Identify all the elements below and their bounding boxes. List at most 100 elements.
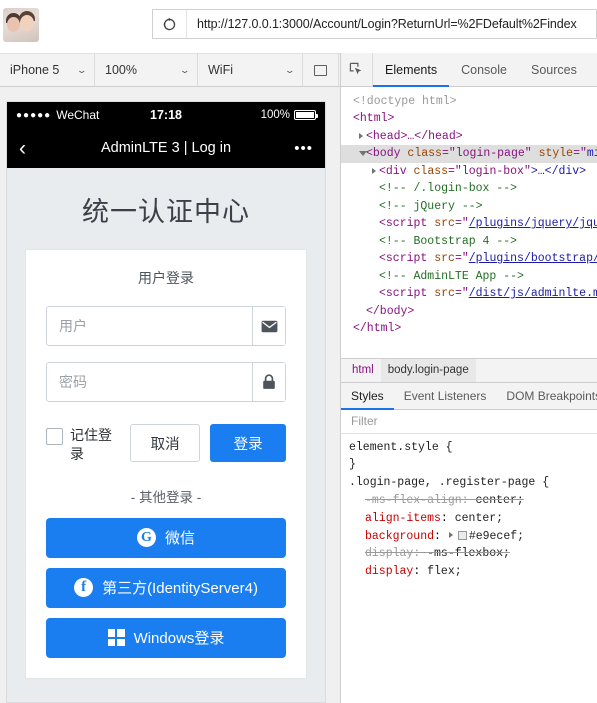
dom-node-line[interactable]: <script src="/plugins/bootstrap/j (341, 250, 597, 267)
facebook-icon: f (74, 578, 94, 598)
rotate-glyph (314, 64, 327, 76)
chevron-down-icon: ⌄ (179, 64, 191, 75)
dom-node-line[interactable]: <!-- Bootstrap 4 --> (341, 233, 597, 250)
dom-node-line[interactable]: <html> (341, 110, 597, 127)
css-line[interactable]: .login-page, .register-page { (341, 474, 597, 492)
username-input[interactable] (47, 307, 252, 345)
reload-icon[interactable] (153, 10, 187, 38)
disclosure-triangle-icon[interactable] (372, 167, 376, 174)
signal-strength-icon: ●●●●● (16, 109, 52, 121)
device-emulation-toolbar: iPhone 5 ⌄ 100% ⌄ WiFi ⌄ (0, 53, 340, 87)
login-card: 用户登录 用户 记住登录 取消 登录 - 其他登录 - G 微信 f 第三方(I… (25, 249, 307, 679)
wechat-login-label: 微信 (164, 530, 195, 548)
address-bar[interactable]: http://127.0.0.1:3000/Account/Login?Retu… (152, 9, 597, 39)
dom-node-line[interactable]: <!-- /.login-box --> (341, 180, 597, 197)
dom-node-line[interactable]: <!-- jQuery --> (341, 198, 597, 215)
reload-glyph (163, 17, 176, 30)
throttling-select-label: WiFi (208, 63, 233, 77)
chevron-left-icon[interactable]: ‹ (19, 138, 49, 159)
throttling-select[interactable]: WiFi ⌄ (198, 54, 303, 86)
zoom-select[interactable]: 100% ⌄ (95, 54, 198, 86)
chevron-down-icon: ⌄ (76, 64, 88, 75)
dom-node-line[interactable]: <!doctype html> (341, 93, 597, 110)
windows-login-button[interactable]: Windows登录 (46, 617, 286, 658)
dom-breadcrumb: html body.login-page (341, 357, 597, 382)
password-input[interactable] (47, 363, 252, 401)
inspect-element-icon[interactable] (341, 53, 373, 86)
browser-toolbar: http://127.0.0.1:3000/Account/Login?Retu… (0, 0, 597, 48)
dom-node-line[interactable]: <div class="login-box">…</div> (341, 163, 597, 180)
page-title-nav: AdminLTE 3 | Log in (100, 140, 232, 156)
zoom-select-label: 100% (105, 63, 137, 77)
inspect-glyph (349, 62, 362, 75)
devtools-tab-bar: Elements Console Sources (341, 53, 597, 87)
dom-node-line[interactable]: </body> (341, 303, 597, 320)
battery-percent-label: 100% (260, 109, 291, 121)
disclosure-triangle-icon[interactable] (359, 151, 367, 159)
tab-sources[interactable]: Sources (519, 53, 589, 86)
breadcrumb-item[interactable]: body.login-page (380, 358, 476, 382)
tab-event-listeners[interactable]: Event Listeners (394, 383, 497, 409)
dom-tree[interactable]: <!doctype html><html><head>…</head>…<bod… (341, 87, 597, 358)
envelope-glyph (261, 320, 277, 332)
styles-filter-input[interactable]: Filter (341, 410, 597, 434)
more-options-icon[interactable]: ••• (283, 140, 313, 157)
user-avatar-photo[interactable] (3, 8, 39, 42)
disclosure-triangle-icon[interactable] (359, 132, 363, 139)
css-line[interactable]: display: flex; (341, 563, 597, 581)
mobile-nav-bar: ‹ AdminLTE 3 | Log in ••• (7, 128, 325, 168)
browser-window: http://127.0.0.1:3000/Account/Login?Retu… (0, 0, 597, 703)
tab-elements[interactable]: Elements (373, 53, 450, 87)
device-select-label: iPhone 5 (10, 63, 60, 77)
password-input-group[interactable] (46, 362, 286, 402)
breadcrumb-item[interactable]: html (345, 364, 381, 376)
dom-node-line[interactable]: <script src="/plugins/jquery/jque (341, 215, 597, 232)
battery-icon (294, 110, 319, 120)
login-button[interactable]: 登录 (210, 424, 286, 462)
dom-node-line[interactable]: </html> (341, 320, 597, 337)
css-rules-pane[interactable]: element.style {} .login-page, .register-p… (341, 434, 597, 703)
device-viewport: ●●●●● WeChat 17:18 100% ‹ AdminLTE 3 | L… (0, 87, 340, 703)
filter-placeholder-label: Filter (351, 414, 378, 428)
css-line[interactable]: align-items: center; (341, 510, 597, 528)
color-swatch[interactable] (457, 530, 467, 540)
dom-node-line[interactable]: <script src="/dist/js/adminlte.mi (341, 285, 597, 302)
identityserver-login-label: 第三方(IdentityServer4) (102, 580, 258, 598)
rotate-device-icon[interactable] (303, 54, 339, 86)
carrier-label: WeChat (56, 108, 100, 122)
css-line[interactable]: display: -ms-flexbox; (341, 545, 597, 563)
lock-icon (252, 363, 285, 401)
mobile-status-bar: ●●●●● WeChat 17:18 100% (7, 102, 325, 128)
chevron-down-icon: ⌄ (284, 64, 296, 75)
cancel-button[interactable]: 取消 (130, 424, 201, 462)
dom-node-line[interactable]: <head>…</head> (341, 128, 597, 145)
login-page-body: 统一认证中心 用户登录 用户 记住登录 取消 登录 - 其他登录 - G 微信 … (7, 168, 325, 702)
windows-icon (107, 629, 125, 647)
styles-tab-bar: Styles Event Listeners DOM Breakpoints (341, 381, 597, 410)
tab-dom-breakpoints[interactable]: DOM Breakpoints (496, 383, 597, 409)
lock-glyph (263, 374, 275, 389)
css-line[interactable]: background: #e9ecef; (341, 528, 597, 546)
tab-console[interactable]: Console (449, 53, 519, 86)
username-input-group[interactable] (46, 306, 286, 346)
tab-styles[interactable]: Styles (341, 383, 394, 410)
remember-login-checkbox[interactable]: 记住登录 (46, 418, 120, 464)
identityserver-login-button[interactable]: f 第三方(IdentityServer4) (46, 567, 286, 608)
device-select[interactable]: iPhone 5 ⌄ (0, 54, 95, 86)
css-line[interactable]: element.style { (341, 439, 597, 457)
social-login-divider: - 其他登录 - (130, 489, 202, 505)
dom-node-line[interactable]: <!-- AdminLTE App --> (341, 268, 597, 285)
css-line[interactable]: } (341, 456, 597, 474)
checkbox-box[interactable] (46, 428, 63, 445)
login-actions-row: 记住登录 取消 登录 (46, 418, 286, 464)
login-card-subtitle: 用户登录 (138, 270, 194, 286)
dom-node-line[interactable]: …<body class="login-page" style="min (341, 145, 597, 163)
page-title: 统一认证中心 (82, 197, 250, 227)
devtools-panel: Elements Console Sources <!doctype html>… (340, 53, 597, 703)
google-icon: G (136, 528, 156, 548)
wechat-login-button[interactable]: G 微信 (46, 517, 286, 558)
windows-login-label: Windows登录 (133, 630, 225, 648)
url-text[interactable]: http://127.0.0.1:3000/Account/Login?Retu… (187, 17, 577, 31)
phone-frame: ●●●●● WeChat 17:18 100% ‹ AdminLTE 3 | L… (7, 102, 325, 702)
css-line[interactable]: -ms-flex-align: center; (341, 492, 597, 510)
